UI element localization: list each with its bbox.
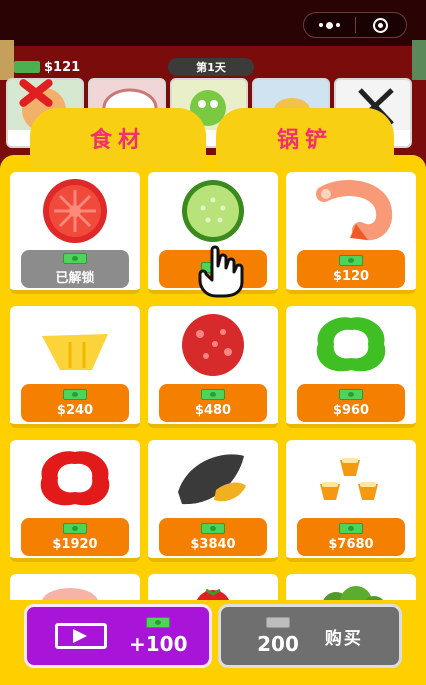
cash-icon	[201, 522, 225, 534]
item-price: $3840	[190, 536, 236, 552]
item-corn[interactable]: $7680	[286, 440, 416, 562]
sausage-icon	[148, 310, 278, 380]
tab-ingredients[interactable]: 食材	[30, 108, 206, 168]
item-price: $240	[56, 402, 94, 418]
cucumber-icon	[148, 176, 278, 246]
item-price: $7680	[328, 536, 374, 552]
green-pepper-icon	[286, 310, 416, 380]
buy-cost-amount: 200	[257, 631, 299, 656]
shrimp-icon	[286, 176, 416, 246]
red-pepper-icon	[10, 444, 140, 514]
item-pineapple[interactable]: $240	[10, 306, 140, 428]
video-reward: +100	[129, 616, 188, 656]
item-shrimp[interactable]: $120	[286, 172, 416, 294]
cash-icon	[266, 616, 290, 628]
buy-cost: 200	[257, 616, 299, 656]
decor-pole-right	[412, 40, 426, 80]
more-icon	[318, 21, 340, 29]
cash-icon	[63, 522, 87, 534]
cash-icon	[201, 388, 225, 400]
item-green-pepper[interactable]: $960	[286, 306, 416, 428]
unlocked-button[interactable]: 已解锁	[21, 250, 129, 288]
item-price: $1920	[52, 536, 98, 552]
item-tomato[interactable]: 已解锁	[10, 172, 140, 294]
pineapple-icon	[10, 310, 140, 380]
buy-item-button[interactable]: $7680	[297, 518, 405, 556]
item-price: 已解锁	[55, 270, 95, 286]
buy-button[interactable]: 200 购买	[218, 604, 402, 668]
cash-icon	[339, 254, 363, 266]
broccoli-icon	[286, 578, 416, 600]
item-red-pepper[interactable]: $1920	[10, 440, 140, 562]
cash-icon	[146, 616, 171, 628]
tab-tools[interactable]: 锅铲	[216, 108, 394, 168]
tomato-icon	[10, 176, 140, 246]
exit-button[interactable]	[356, 13, 407, 37]
corn-icon	[286, 444, 416, 514]
mussel-icon	[148, 444, 278, 514]
pointer-hand-icon	[198, 245, 244, 298]
video-icon	[55, 623, 107, 649]
item-price: $960	[332, 402, 370, 418]
buy-item-button[interactable]: $120	[297, 250, 405, 288]
meat-icon	[10, 578, 140, 600]
cash-icon	[63, 388, 87, 400]
buy-item-button[interactable]: $1920	[21, 518, 129, 556]
item-price: $480	[194, 402, 232, 418]
buy-item-button[interactable]: $480	[159, 384, 267, 422]
watch-video-button[interactable]: +100	[24, 604, 212, 668]
cherry-tomato-icon	[148, 578, 278, 600]
buy-item-button[interactable]: $3840	[159, 518, 267, 556]
item-sausage[interactable]: $480	[148, 306, 278, 428]
cash-icon	[339, 388, 363, 400]
day-badge: 第1天	[168, 58, 254, 76]
item-mussel[interactable]: $3840	[148, 440, 278, 562]
more-button[interactable]	[304, 13, 355, 37]
buy-item-button[interactable]: $960	[297, 384, 405, 422]
buy-item-button[interactable]: $240	[21, 384, 129, 422]
ingredient-grid: 已解锁 $120 $240 $480 $960 $1920 $3840 $768…	[10, 172, 416, 600]
cash-icon	[63, 252, 87, 264]
item-price: $120	[332, 268, 370, 284]
item-broccoli[interactable]	[286, 574, 416, 600]
item-meat[interactable]	[10, 574, 140, 600]
exit-icon	[373, 17, 389, 33]
menu-capsule	[303, 12, 407, 38]
buy-label: 购买	[324, 628, 363, 649]
item-cherry-tomato[interactable]	[148, 574, 278, 600]
video-reward-amount: +100	[129, 631, 188, 656]
cash-icon	[339, 522, 363, 534]
close-icon[interactable]	[12, 72, 58, 112]
